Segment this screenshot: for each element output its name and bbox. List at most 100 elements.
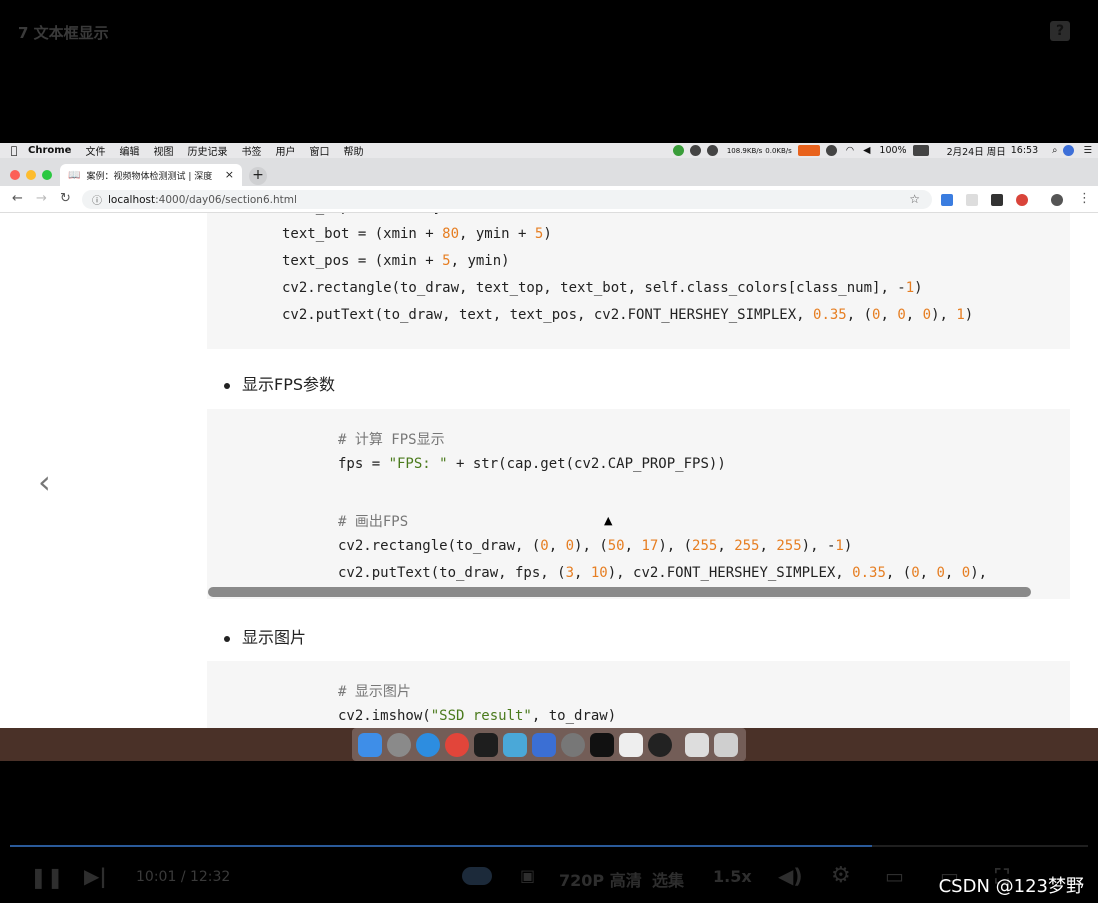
code-line: cv2.imshow("SSD result", to_draw) bbox=[338, 708, 616, 724]
forward-icon[interactable]: → bbox=[36, 191, 47, 206]
autoplay-toggle[interactable] bbox=[462, 867, 492, 885]
code-block-fps: # 计算 FPS显示 fps = "FPS: " + str(cap.get(c… bbox=[207, 409, 1070, 599]
url-field[interactable]: ⓘ localhost :4000/day06/section6.html ☆ bbox=[82, 190, 932, 209]
obs-icon[interactable] bbox=[648, 732, 672, 757]
menu-chrome[interactable]: Chrome bbox=[28, 145, 71, 156]
address-bar-row: ← → ↻ ⓘ localhost :4000/day06/section6.h… bbox=[0, 186, 1098, 213]
mac-menubar:  Chrome 文件 编辑 视图 历史记录 书签 用户 窗口 帮助 108.9… bbox=[0, 143, 1098, 158]
keynote-icon[interactable] bbox=[503, 732, 527, 757]
back-chevron-icon[interactable]: ‹ bbox=[38, 463, 51, 501]
page-viewport: ‹ text_top = (xmin, ymin - 10) text_bot … bbox=[0, 213, 1098, 728]
code-block-box-text: text_top = (xmin, ymin - 10) text_bot = … bbox=[207, 213, 1070, 349]
pause-icon[interactable]: ❚❚ bbox=[30, 865, 64, 889]
code-line: cv2.rectangle(to_draw, (0, 0), (50, 17),… bbox=[338, 538, 853, 554]
speed-button[interactable]: 1.5x bbox=[713, 867, 752, 886]
progress-bar[interactable] bbox=[10, 845, 1088, 847]
volume-icon[interactable]: ◀) bbox=[778, 864, 803, 888]
extension-grid-icon[interactable] bbox=[941, 194, 953, 206]
pip-icon[interactable]: ▭ bbox=[885, 864, 904, 888]
menu-help[interactable]: 帮助 bbox=[343, 143, 363, 158]
status-tray: 108.9KB/s 0.0KB/s ◠ ◀ 100% 2月24日 周日 16:5… bbox=[667, 143, 1092, 158]
code-line: cv2.putText(to_draw, text, text_pos, cv2… bbox=[282, 307, 974, 323]
clock-label[interactable]: 16:53 bbox=[1011, 145, 1038, 156]
info-icon[interactable]: ⓘ bbox=[92, 192, 102, 207]
bullet-dot bbox=[224, 635, 230, 642]
typora-icon[interactable] bbox=[619, 732, 643, 757]
help-icon[interactable]: ? bbox=[1050, 21, 1070, 41]
menu-edit[interactable]: 编辑 bbox=[119, 143, 139, 158]
code-line: cv2.rectangle(to_draw, text_top, text_bo… bbox=[282, 280, 923, 296]
time-separator: / bbox=[180, 869, 186, 885]
episodes-button[interactable]: 选集 bbox=[652, 867, 684, 891]
app-tray-icon[interactable] bbox=[689, 145, 701, 156]
playback-time: 10:01 / 12:32 bbox=[136, 869, 230, 885]
horizontal-scrollbar[interactable] bbox=[208, 587, 1031, 597]
bullet-dot bbox=[224, 382, 230, 389]
extension-x-icon[interactable] bbox=[991, 194, 1003, 206]
bullet-show-image: 显示图片 bbox=[224, 624, 306, 648]
mac-dock bbox=[352, 728, 746, 761]
code-segment: cv2.imshow( bbox=[338, 708, 431, 724]
scissors-icon[interactable] bbox=[706, 145, 718, 156]
code-block-imshow: # 显示图片 cv2.imshow("SSD result", to_draw) bbox=[207, 661, 1070, 728]
safari-icon[interactable] bbox=[416, 732, 440, 757]
terminal-icon[interactable] bbox=[590, 732, 614, 757]
code-line: fps = "FPS: " + str(cap.get(cv2.CAP_PROP… bbox=[338, 456, 726, 472]
extension-shield-icon[interactable] bbox=[1016, 194, 1028, 206]
battery-level: 100% bbox=[879, 145, 907, 156]
close-window-button[interactable] bbox=[10, 170, 20, 180]
wifi-icon[interactable]: ◠ bbox=[846, 145, 854, 156]
cpu-monitor-icon[interactable] bbox=[797, 145, 820, 156]
app-icon[interactable] bbox=[532, 732, 556, 757]
extension-cursor-icon[interactable] bbox=[966, 194, 978, 206]
finder-icon[interactable] bbox=[358, 732, 382, 757]
menu-bookmarks[interactable]: 书签 bbox=[241, 143, 261, 158]
quality-select[interactable]: 720P 高清 bbox=[559, 867, 642, 891]
tab-close-icon[interactable]: × bbox=[225, 168, 234, 181]
date-label[interactable]: 2月24日 周日 bbox=[947, 144, 1006, 158]
code-line: text_top = (xmin, ymin - 10) bbox=[282, 213, 518, 215]
browser-tab[interactable]: 📖 案例：视频物体检测测试 | 深度 × bbox=[60, 164, 242, 186]
apple-icon[interactable]:  bbox=[0, 144, 28, 157]
code-segment: + str(cap.get(cv2.CAP_PROP_FPS)) bbox=[447, 456, 726, 472]
notification-center-icon[interactable]: ☰ bbox=[1083, 145, 1092, 156]
menu-history[interactable]: 历史记录 bbox=[187, 143, 227, 158]
menu-view[interactable]: 视图 bbox=[153, 143, 173, 158]
next-icon[interactable]: ▶| bbox=[84, 864, 107, 888]
chrome-tab-bar: 📖 案例：视频物体检测测试 | 深度 × + bbox=[0, 158, 1098, 186]
video-controls: ❚❚ ▶| 10:01 / 12:32 ▣ 720P 高清 选集 1.5x ◀)… bbox=[0, 845, 1098, 903]
menu-window[interactable]: 窗口 bbox=[309, 143, 329, 158]
bullet-fps-label: 显示FPS参数 bbox=[242, 375, 336, 394]
trash-icon[interactable] bbox=[714, 732, 738, 757]
speaker-icon[interactable]: ◀ bbox=[863, 145, 870, 156]
reload-icon[interactable]: ↻ bbox=[60, 191, 71, 206]
upload-icon[interactable] bbox=[672, 145, 684, 156]
search-icon[interactable]: ⌕ bbox=[1052, 145, 1057, 156]
system-preferences-icon[interactable] bbox=[561, 732, 585, 757]
star-icon[interactable]: ☆ bbox=[909, 192, 920, 206]
docker-icon[interactable] bbox=[825, 145, 837, 156]
code-segment: fps = bbox=[338, 456, 389, 472]
menu-people[interactable]: 用户 bbox=[275, 143, 295, 158]
back-icon[interactable]: ← bbox=[12, 191, 23, 206]
downloads-stack-icon[interactable] bbox=[685, 732, 709, 757]
chrome-menu-icon[interactable]: ⋮ bbox=[1078, 191, 1091, 206]
profile-avatar[interactable] bbox=[1051, 194, 1063, 206]
chrome-icon[interactable] bbox=[445, 732, 469, 757]
code-segment: , to_draw) bbox=[531, 708, 617, 724]
siri-icon[interactable] bbox=[1063, 145, 1075, 156]
time-current: 10:01 bbox=[136, 869, 177, 885]
menu-file[interactable]: 文件 bbox=[85, 143, 105, 158]
code-comment: # 显示图片 bbox=[338, 684, 411, 700]
launchpad-icon[interactable] bbox=[387, 732, 411, 757]
net-speed-up: 108.9KB/s bbox=[726, 146, 763, 155]
new-tab-button[interactable]: + bbox=[249, 167, 267, 185]
battery-icon bbox=[912, 145, 929, 156]
minimize-window-button[interactable] bbox=[26, 170, 36, 180]
code-line: text_pos = (xmin + 5, ymin) bbox=[282, 253, 510, 269]
pycharm-icon[interactable] bbox=[474, 732, 498, 757]
video-title: 7 文本框显示 bbox=[18, 24, 109, 42]
quality-icon[interactable]: ▣ bbox=[520, 866, 535, 885]
settings-icon[interactable]: ⚙ bbox=[831, 863, 851, 888]
maximize-window-button[interactable] bbox=[42, 170, 52, 180]
